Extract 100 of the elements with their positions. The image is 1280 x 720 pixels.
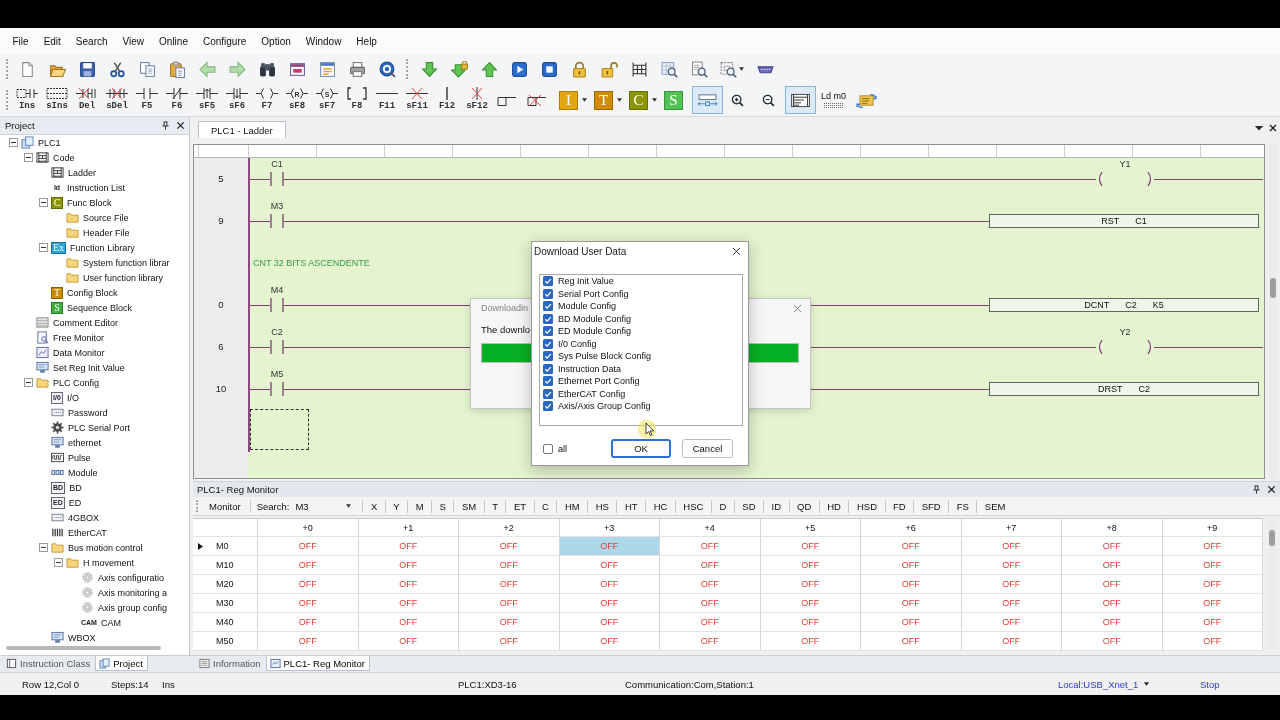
register-type-button[interactable]: HD (818, 499, 849, 513)
vertical-line-button[interactable]: F12 (432, 86, 462, 114)
toolbar-grip[interactable] (6, 90, 10, 110)
table-cell[interactable]: OFF (660, 556, 761, 575)
close-icon[interactable] (1269, 124, 1277, 132)
checkbox[interactable] (543, 363, 553, 374)
editor-tab[interactable]: PLC1 - Ladder (198, 121, 286, 138)
coil-symbol[interactable] (1096, 339, 1154, 355)
table-cell[interactable]: OFF (258, 632, 359, 651)
horizontal-line-button[interactable]: F11 (372, 86, 402, 114)
connection-dropdown[interactable]: Local:USB_Xnet_1 (1058, 678, 1150, 690)
option-label[interactable]: BD Module Config (558, 313, 632, 324)
menu-item[interactable]: Window (298, 35, 349, 47)
table-cell[interactable]: OFF (760, 575, 861, 594)
contact-button[interactable]: F5 (132, 86, 162, 114)
panel-tab[interactable]: Information (195, 656, 266, 671)
pin-icon[interactable] (1252, 485, 1261, 494)
register-type-button[interactable]: SFD (913, 499, 949, 513)
contact-symbol[interactable] (270, 298, 284, 312)
tree-item[interactable]: Pulse (67, 452, 92, 463)
table-cell[interactable]: OFF (258, 537, 359, 556)
closed-contact-button[interactable]: F6 (162, 86, 192, 114)
tree-item[interactable]: Config Block (66, 287, 119, 298)
table-cell[interactable]: OFF (760, 556, 861, 575)
tree-item[interactable]: User function library (82, 272, 165, 283)
register-type-button[interactable]: HM (556, 499, 588, 513)
close-icon[interactable] (1267, 485, 1276, 494)
tree-item[interactable]: Comment Editor (52, 317, 120, 328)
tree-item[interactable]: Function Library (69, 242, 136, 253)
table-cell[interactable]: OFF (559, 594, 660, 613)
table-cell[interactable]: OFF (861, 594, 962, 613)
delete-vertical-line-button[interactable]: sF12 (462, 86, 492, 114)
table-cell[interactable]: OFF (358, 556, 459, 575)
register-type-button[interactable]: X (362, 499, 385, 513)
checkbox[interactable] (543, 313, 553, 324)
checkbox[interactable] (543, 388, 553, 399)
table-cell[interactable]: OFF (961, 632, 1062, 651)
checkbox[interactable] (543, 288, 553, 299)
option-label[interactable]: Reg Init Value (558, 276, 614, 287)
table-cell[interactable]: OFF (459, 632, 560, 651)
table-cell[interactable]: OFF (861, 632, 962, 651)
close-icon[interactable] (732, 247, 741, 256)
caret-icon[interactable] (617, 98, 622, 102)
tree-item[interactable]: Axis group config (97, 602, 169, 613)
caret-icon[interactable] (582, 98, 587, 102)
brackets-button[interactable]: F8 (342, 86, 372, 114)
table-cell[interactable]: OFF (660, 632, 761, 651)
table-cell[interactable]: OFF (459, 537, 560, 556)
menu-item[interactable]: Configure (195, 35, 254, 47)
tree-item[interactable]: Instruction List (66, 182, 127, 193)
tree-item[interactable]: H movement (82, 557, 136, 568)
table-cell[interactable]: OFF (961, 613, 1062, 632)
register-type-button[interactable]: ET (505, 499, 534, 513)
scissors-icon[interactable] (108, 60, 126, 78)
fit-width-button[interactable] (692, 86, 723, 114)
binoculars-icon[interactable] (258, 60, 276, 78)
tree-item[interactable]: PLC1 (37, 137, 62, 148)
list-window-icon[interactable] (318, 60, 336, 78)
table-cell[interactable]: OFF (358, 575, 459, 594)
table-cell[interactable]: OFF (961, 556, 1062, 575)
scrollbar-thumb[interactable] (1269, 530, 1275, 546)
table-cell[interactable]: OFF (961, 537, 1062, 556)
tree-item[interactable]: Set Reg Init Value (52, 362, 126, 373)
checkbox[interactable] (543, 301, 553, 312)
minus-box-icon[interactable] (24, 378, 33, 387)
text-view-button[interactable]: Ld m0 (816, 86, 851, 114)
monitor-button[interactable]: Monitor (204, 500, 246, 512)
table-cell[interactable]: OFF (1062, 556, 1163, 575)
tree-item[interactable]: PLC Serial Port (67, 422, 132, 433)
vertical-scrollbar[interactable] (1269, 144, 1277, 479)
table-cell[interactable]: OFF (459, 556, 560, 575)
register-type-button[interactable]: ID (763, 499, 789, 513)
toolbar-grip[interactable] (196, 500, 200, 512)
panel-tab[interactable]: Project (95, 656, 148, 671)
up-arrow-icon[interactable] (480, 60, 498, 78)
table-cell[interactable]: OFF (1162, 613, 1263, 632)
menu-item[interactable]: Online (151, 35, 196, 47)
tree-item[interactable]: Password (67, 407, 109, 418)
register-type-button[interactable]: D (710, 499, 734, 513)
minus-box-icon[interactable] (24, 153, 33, 162)
minus-box-icon[interactable] (39, 543, 48, 552)
table-cell[interactable]: OFF (1062, 594, 1163, 613)
tree-item[interactable]: Axis configuratio (97, 572, 166, 583)
checkbox[interactable] (543, 338, 553, 349)
panel-tab[interactable]: Instruction Class (2, 656, 96, 671)
option-label[interactable]: Serial Port Config (558, 288, 629, 299)
table-cell[interactable]: OFF (358, 594, 459, 613)
horizontal-scrollbar[interactable] (6, 646, 161, 650)
table-cell[interactable]: OFF (961, 575, 1062, 594)
table-cell[interactable]: OFF (1062, 575, 1163, 594)
tree-item[interactable]: Module (67, 467, 99, 478)
option-label[interactable]: I/0 Config (558, 338, 597, 349)
table-cell[interactable]: OFF (961, 594, 1062, 613)
table-cell[interactable]: OFF (258, 556, 359, 575)
table-cell[interactable]: OFF (559, 632, 660, 651)
tree-item[interactable]: Free Monitor (52, 332, 106, 343)
tree-item[interactable]: WBOX (67, 632, 97, 643)
register-type-button[interactable]: HC (645, 499, 675, 513)
tree-item[interactable]: Bus motion control (67, 542, 144, 553)
close-icon[interactable] (176, 121, 185, 130)
